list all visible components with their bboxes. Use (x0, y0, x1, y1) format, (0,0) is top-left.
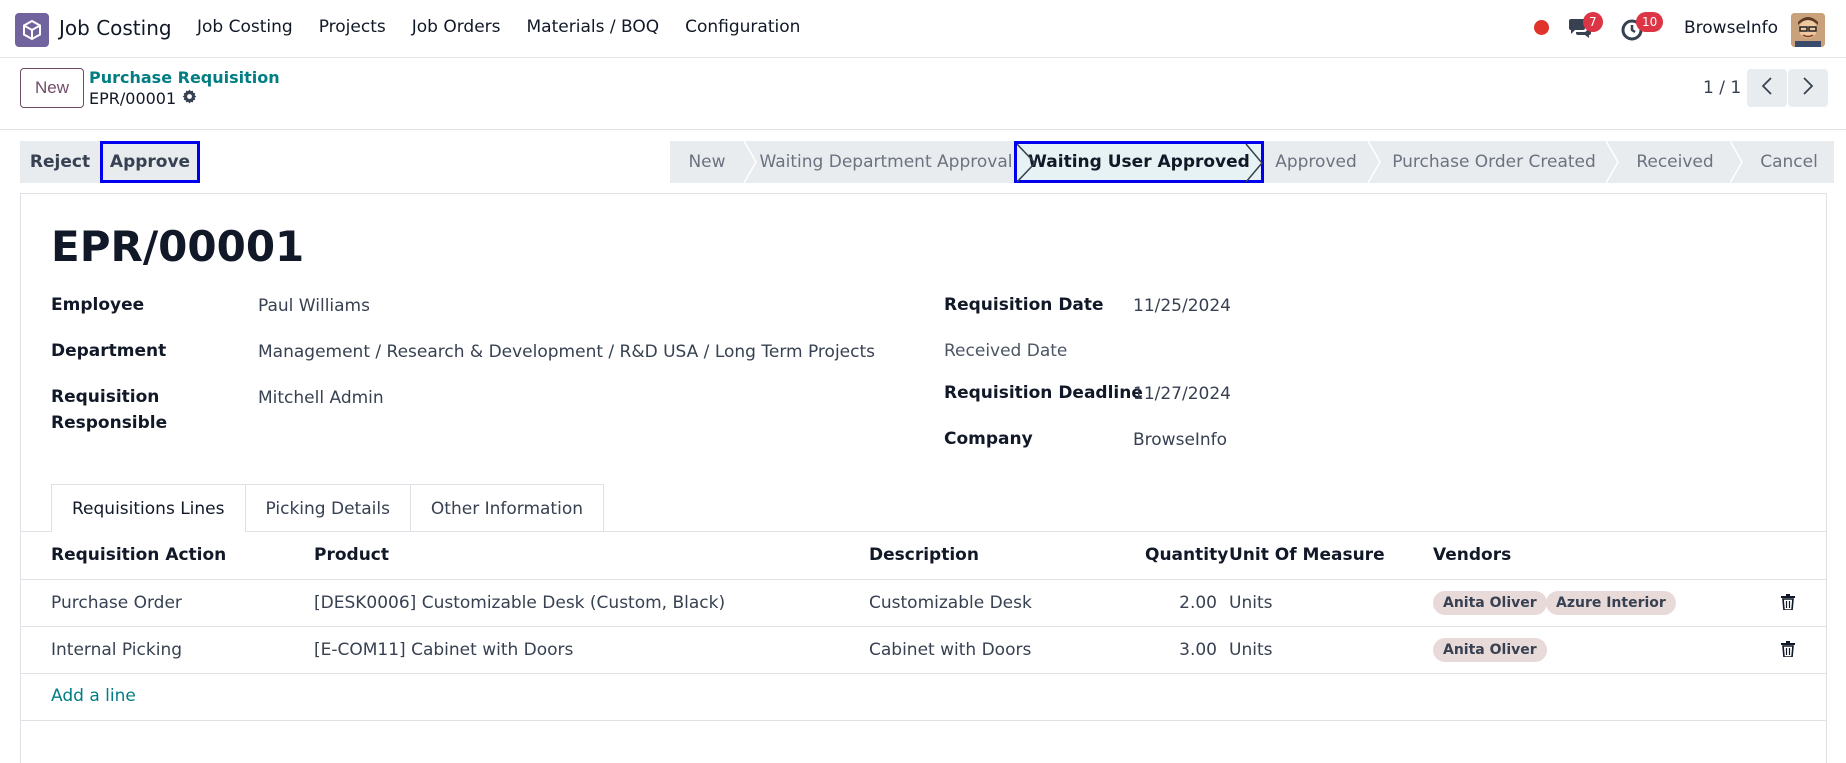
breadcrumb-current-label: EPR/00001 (89, 89, 177, 108)
pager-value[interactable]: 1 / 1 (1703, 78, 1741, 98)
department-label: Department (51, 341, 167, 361)
breadcrumb-current: EPR/00001 (89, 89, 197, 108)
stage-new[interactable]: New (670, 141, 744, 183)
vendor-tag[interactable]: Azure Interior (1546, 591, 1676, 615)
column-header-product[interactable]: Product (314, 545, 389, 565)
stage-approved[interactable]: Approved (1264, 141, 1368, 183)
action-buttons: Reject Approve (20, 141, 200, 183)
menu-item-configuration[interactable]: Configuration (685, 17, 800, 37)
row-2-description[interactable]: Cabinet with Doors (869, 640, 1031, 660)
stage-label: Approved (1275, 152, 1357, 172)
column-header-description[interactable]: Description (869, 545, 979, 565)
stage-arrow-icon (1017, 144, 1037, 182)
received-date-field[interactable] (1133, 342, 1333, 362)
stage-separator-icon (1368, 141, 1382, 183)
top-navbar: Job Costing Job Costing Projects Job Ord… (0, 0, 1846, 58)
tab-other-information[interactable]: Other Information (409, 484, 605, 532)
row-1-product[interactable]: [DESK0006] Customizable Desk (Custom, Bl… (314, 593, 725, 613)
requisition-date-field[interactable]: 11/25/2024 (1133, 296, 1231, 316)
stage-arrow-icon (1245, 144, 1263, 182)
company-switcher[interactable]: BrowseInfo (1684, 18, 1778, 38)
row-1-quantity[interactable]: 2.00 (1137, 593, 1217, 613)
stage-label: Waiting Department Approval (759, 152, 1013, 172)
pager-previous-button[interactable] (1747, 69, 1787, 107)
tab-requisitions-lines[interactable]: Requisitions Lines (51, 484, 246, 532)
stage-waiting-user-approved[interactable]: Waiting User Approved (1014, 141, 1264, 183)
requisition-date-label: Requisition Date (944, 295, 1104, 315)
reject-button[interactable]: Reject (20, 141, 100, 183)
responsible-label: Requisition Responsible (51, 384, 167, 436)
stage-label: Purchase Order Created (1392, 152, 1596, 172)
responsible-label-line: Responsible (51, 413, 168, 433)
add-line-link[interactable]: Add a line (51, 686, 136, 706)
approve-button[interactable]: Approve (100, 141, 200, 183)
department-field[interactable]: Management / Research & Development / R&… (258, 342, 875, 362)
chevron-left-icon (1761, 76, 1773, 100)
trash-icon[interactable] (1781, 594, 1795, 611)
status-bar: New Waiting Department Approval Waiting … (670, 141, 1834, 183)
app-name[interactable]: Job Costing (59, 16, 172, 40)
requisition-deadline-label: Requisition Deadline (944, 383, 1143, 403)
stage-waiting-department-approval[interactable]: Waiting Department Approval (758, 141, 1014, 183)
row-1-uom[interactable]: Units (1229, 593, 1272, 613)
gear-icon[interactable] (182, 89, 197, 108)
menu-item-materials-boq[interactable]: Materials / BOQ (527, 17, 660, 37)
recording-indicator-icon[interactable] (1534, 20, 1549, 35)
new-button[interactable]: New (20, 68, 84, 108)
chat-count-badge: 7 (1583, 12, 1603, 32)
row-1-description[interactable]: Customizable Desk (869, 593, 1032, 613)
stage-label: New (688, 152, 726, 172)
column-header-quantity[interactable]: Quantity (1145, 545, 1228, 565)
stage-received[interactable]: Received (1620, 141, 1730, 183)
row-2-quantity[interactable]: 3.00 (1137, 640, 1217, 660)
stage-label: Received (1636, 152, 1714, 172)
menu-item-projects[interactable]: Projects (319, 17, 386, 37)
row-1-action[interactable]: Purchase Order (51, 593, 182, 613)
row-divider (20, 673, 1827, 674)
form-sheet (20, 193, 1827, 763)
pager-next-button[interactable] (1788, 69, 1828, 107)
stage-separator-icon (744, 141, 758, 183)
control-panel-divider (0, 129, 1846, 130)
row-2-action[interactable]: Internal Picking (51, 640, 182, 660)
column-header-uom[interactable]: Unit Of Measure (1229, 545, 1385, 565)
breadcrumb-parent-link[interactable]: Purchase Requisition (89, 68, 280, 87)
responsible-label-line: Requisition (51, 387, 160, 407)
main-menu: Job Costing Projects Job Orders Material… (197, 17, 800, 37)
requisition-deadline-field[interactable]: 11/27/2024 (1133, 384, 1231, 404)
record-title[interactable]: EPR/00001 (51, 222, 304, 271)
employee-label: Employee (51, 295, 145, 315)
row-divider (20, 720, 1827, 721)
received-date-label: Received Date (944, 341, 1068, 361)
column-header-action[interactable]: Requisition Action (51, 545, 226, 565)
stage-label: Cancel (1760, 152, 1818, 172)
app-logo-icon[interactable] (15, 13, 49, 47)
tab-picking-details[interactable]: Picking Details (244, 484, 411, 532)
chevron-right-icon (1802, 76, 1814, 100)
responsible-field[interactable]: Mitchell Admin (258, 388, 384, 408)
row-divider (20, 579, 1827, 580)
notebook-tabs: Requisitions Lines Picking Details Other… (51, 484, 605, 532)
employee-field[interactable]: Paul Williams (258, 296, 370, 316)
company-field[interactable]: BrowseInfo (1133, 430, 1227, 450)
activity-count-badge: 10 (1636, 12, 1664, 32)
tabs-divider (20, 531, 1827, 532)
column-header-vendors[interactable]: Vendors (1433, 545, 1511, 565)
stage-separator-icon (1730, 141, 1744, 183)
row-2-product[interactable]: [E-COM11] Cabinet with Doors (314, 640, 573, 660)
company-label: Company (944, 429, 1033, 449)
stage-label: Waiting User Approved (1028, 152, 1250, 172)
stage-purchase-order-created[interactable]: Purchase Order Created (1382, 141, 1606, 183)
stage-separator-icon (1606, 141, 1620, 183)
row-2-uom[interactable]: Units (1229, 640, 1272, 660)
menu-item-job-orders[interactable]: Job Orders (412, 17, 501, 37)
vendor-tag[interactable]: Anita Oliver (1433, 591, 1547, 615)
user-avatar[interactable] (1791, 13, 1825, 47)
menu-item-job-costing[interactable]: Job Costing (197, 17, 293, 37)
trash-icon[interactable] (1781, 641, 1795, 658)
vendor-tag[interactable]: Anita Oliver (1433, 638, 1547, 662)
row-divider (20, 626, 1827, 627)
stage-cancel[interactable]: Cancel (1744, 141, 1834, 183)
